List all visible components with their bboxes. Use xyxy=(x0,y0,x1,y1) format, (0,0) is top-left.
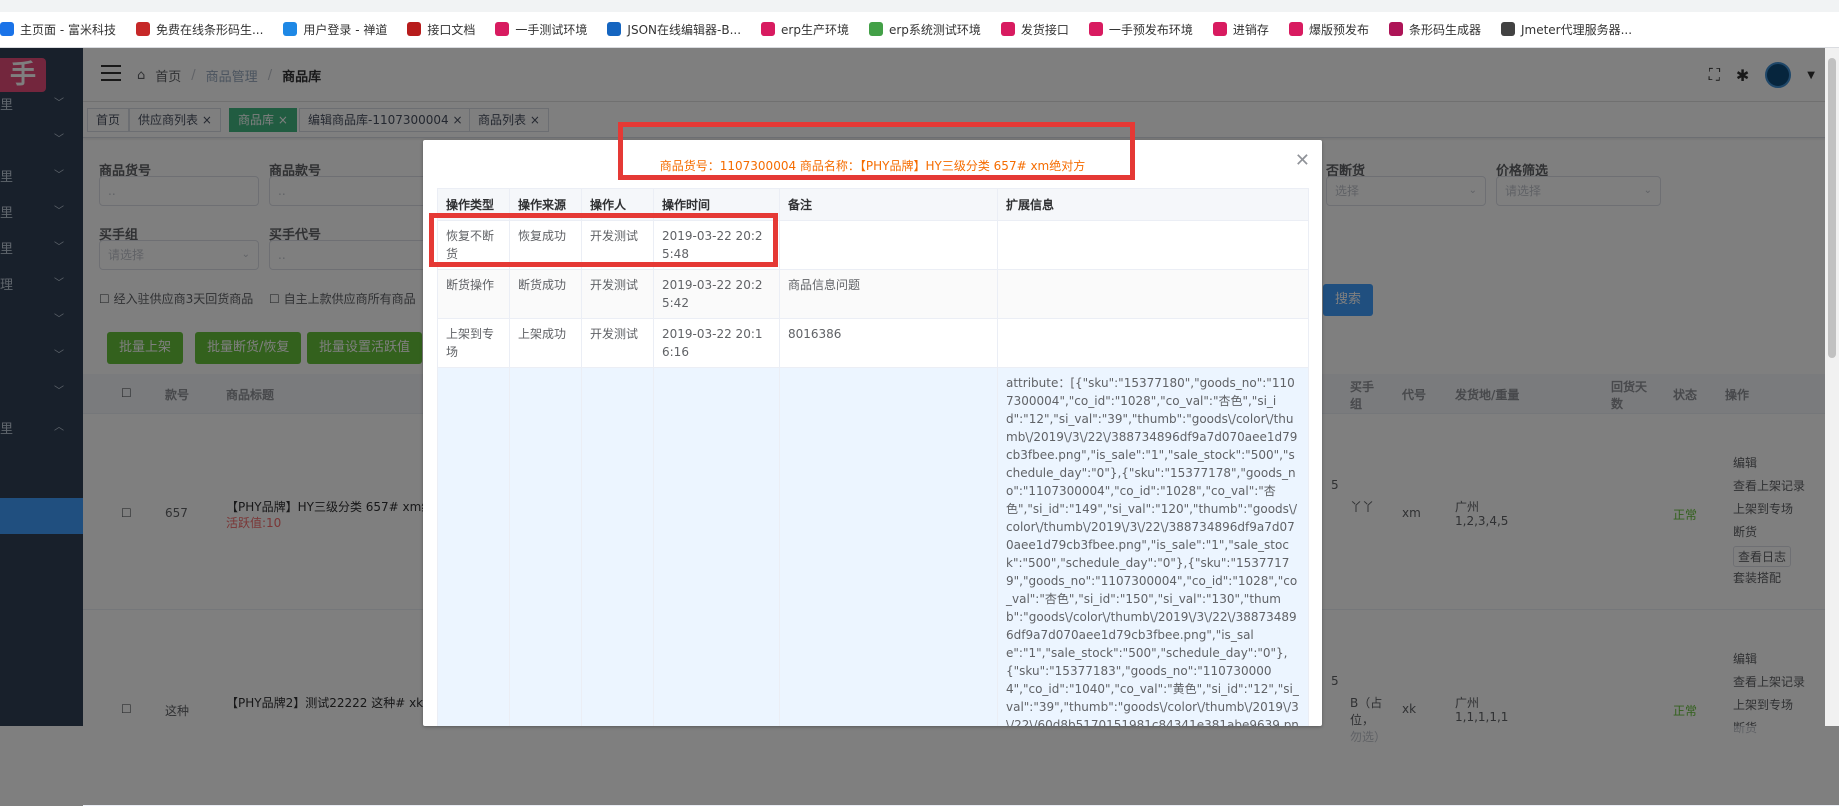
bookmark-item[interactable]: 用户登录 - 禅道 xyxy=(283,21,387,38)
r-logo-icon xyxy=(407,22,422,36)
log-col-header: 备注 xyxy=(779,188,998,221)
log-row: 断货操作 断货成功 开发测试 2019-03-22 20:25:42 商品信息问题 xyxy=(437,269,1309,319)
barcode-gen-icon xyxy=(1388,22,1403,36)
bookmark-label: erp系统测试环境 xyxy=(888,22,981,37)
bookmark-label: 进销存 xyxy=(1232,22,1269,37)
jmeter-icon xyxy=(1500,22,1515,36)
log-cell-source: 断货成功 xyxy=(509,269,582,319)
bookmark-label: 一手测试环境 xyxy=(515,22,588,37)
log-row: 上架到专场 上架成功 开发测试 2019-03-22 20:16:16 8016386 xyxy=(437,318,1309,368)
log-cell-operator: 开发测试 xyxy=(581,318,654,368)
bookmark-label: 用户登录 - 禅道 xyxy=(303,22,388,37)
log-cell-type xyxy=(437,367,510,726)
log-cell-type: 上架到专场 xyxy=(437,318,510,368)
site-icon xyxy=(495,22,510,36)
bookmark-label: 主页面 - 富米科技 xyxy=(20,22,116,37)
bookmark-label: 一手预发布环境 xyxy=(1108,22,1193,37)
log-cell-ext xyxy=(997,318,1309,368)
annotation-box-title xyxy=(618,122,1135,180)
site-icon xyxy=(1000,22,1015,36)
log-cell-note xyxy=(779,220,998,270)
bookmark-item[interactable]: 进销存 xyxy=(1212,21,1269,38)
bookmark-label: 接口文档 xyxy=(427,22,476,37)
address-bar-strip xyxy=(0,0,1839,12)
bookmark-label: JSON在线编辑器-B... xyxy=(627,22,742,37)
page-scrollbar[interactable] xyxy=(1825,48,1839,726)
log-cell-note: 商品信息问题 xyxy=(779,269,998,319)
log-cell-ext xyxy=(997,220,1309,270)
log-cell-operator xyxy=(581,367,654,726)
site-icon xyxy=(761,22,776,36)
bookmark-item[interactable]: 一手预发布环境 xyxy=(1088,21,1193,38)
leaf-icon xyxy=(868,22,883,36)
log-row: attribute：[{"sku":"15377180","goods_no":… xyxy=(437,367,1309,726)
bookmark-item[interactable]: 一手测试环境 xyxy=(495,21,587,38)
bookmark-item[interactable]: 发货接口 xyxy=(1000,21,1069,38)
bookmark-label: 免费在线条形码生... xyxy=(155,22,264,37)
log-cell-note xyxy=(779,367,998,726)
bookmark-label: 发货接口 xyxy=(1020,22,1069,37)
log-cell-ext xyxy=(997,269,1309,319)
bookmark-label: 条形码生成器 xyxy=(1408,22,1481,37)
log-cell-time: 2019-03-22 20:16:16 xyxy=(653,318,780,368)
log-cell-type: 断货操作 xyxy=(437,269,510,319)
bookmark-label: erp生产环境 xyxy=(781,22,849,37)
bookmark-list: 主页面 - 富米科技 免费在线条形码生... 用户登录 - 禅道 接口文档 一手测试环境… xyxy=(0,18,1652,40)
globe-icon xyxy=(283,22,298,36)
bookmark-item[interactable]: 主页面 - 富米科技 xyxy=(0,21,116,38)
log-cell-source: 上架成功 xyxy=(509,318,582,368)
bookmark-label: Jmeter代理服务器... xyxy=(1520,22,1633,37)
bookmark-item[interactable]: 接口文档 xyxy=(407,21,475,38)
log-cell-time: 2019-03-22 20:25:42 xyxy=(653,269,780,319)
site-icon xyxy=(1088,22,1103,36)
close-icon[interactable]: ✕ xyxy=(1295,150,1310,171)
log-cell-ext: attribute：[{"sku":"15377180","goods_no":… xyxy=(997,367,1309,726)
bookmark-item[interactable]: erp生产环境 xyxy=(761,21,849,38)
site-icon xyxy=(1212,22,1227,36)
bookmark-label: 爆版预发布 xyxy=(1308,22,1369,37)
bookmark-item[interactable]: erp系统测试环境 xyxy=(868,21,981,38)
bookmark-item[interactable]: 条形码生成器 xyxy=(1388,21,1481,38)
bookmark-item[interactable]: 爆版预发布 xyxy=(1288,21,1369,38)
barcode-icon xyxy=(135,22,150,36)
log-cell-time xyxy=(653,367,780,726)
operation-log-table: 操作类型 操作来源 操作人 操作时间 备注 扩展信息 恢复不断货 恢复成功 开发测试 2019-… xyxy=(437,188,1309,726)
bookmarks-bar: 主页面 - 富米科技 免费在线条形码生... 用户登录 - 禅道 接口文档 一手测试环境… xyxy=(0,0,1839,48)
bookmark-item[interactable]: Jmeter代理服务器... xyxy=(1500,21,1633,38)
log-cell-source xyxy=(509,367,582,726)
log-cell-operator: 开发测试 xyxy=(581,269,654,319)
log-cell-note: 8016386 xyxy=(779,318,998,368)
log-col-header: 扩展信息 xyxy=(997,188,1309,221)
json-icon xyxy=(607,22,622,36)
fumi-icon xyxy=(0,22,14,36)
scrollbar-thumb[interactable] xyxy=(1828,58,1836,358)
bookmark-item[interactable]: JSON在线编辑器-B... xyxy=(607,21,741,38)
bookmark-item[interactable]: 免费在线条形码生... xyxy=(135,21,264,38)
annotation-box-first-row xyxy=(429,213,778,267)
site-icon xyxy=(1288,22,1303,36)
